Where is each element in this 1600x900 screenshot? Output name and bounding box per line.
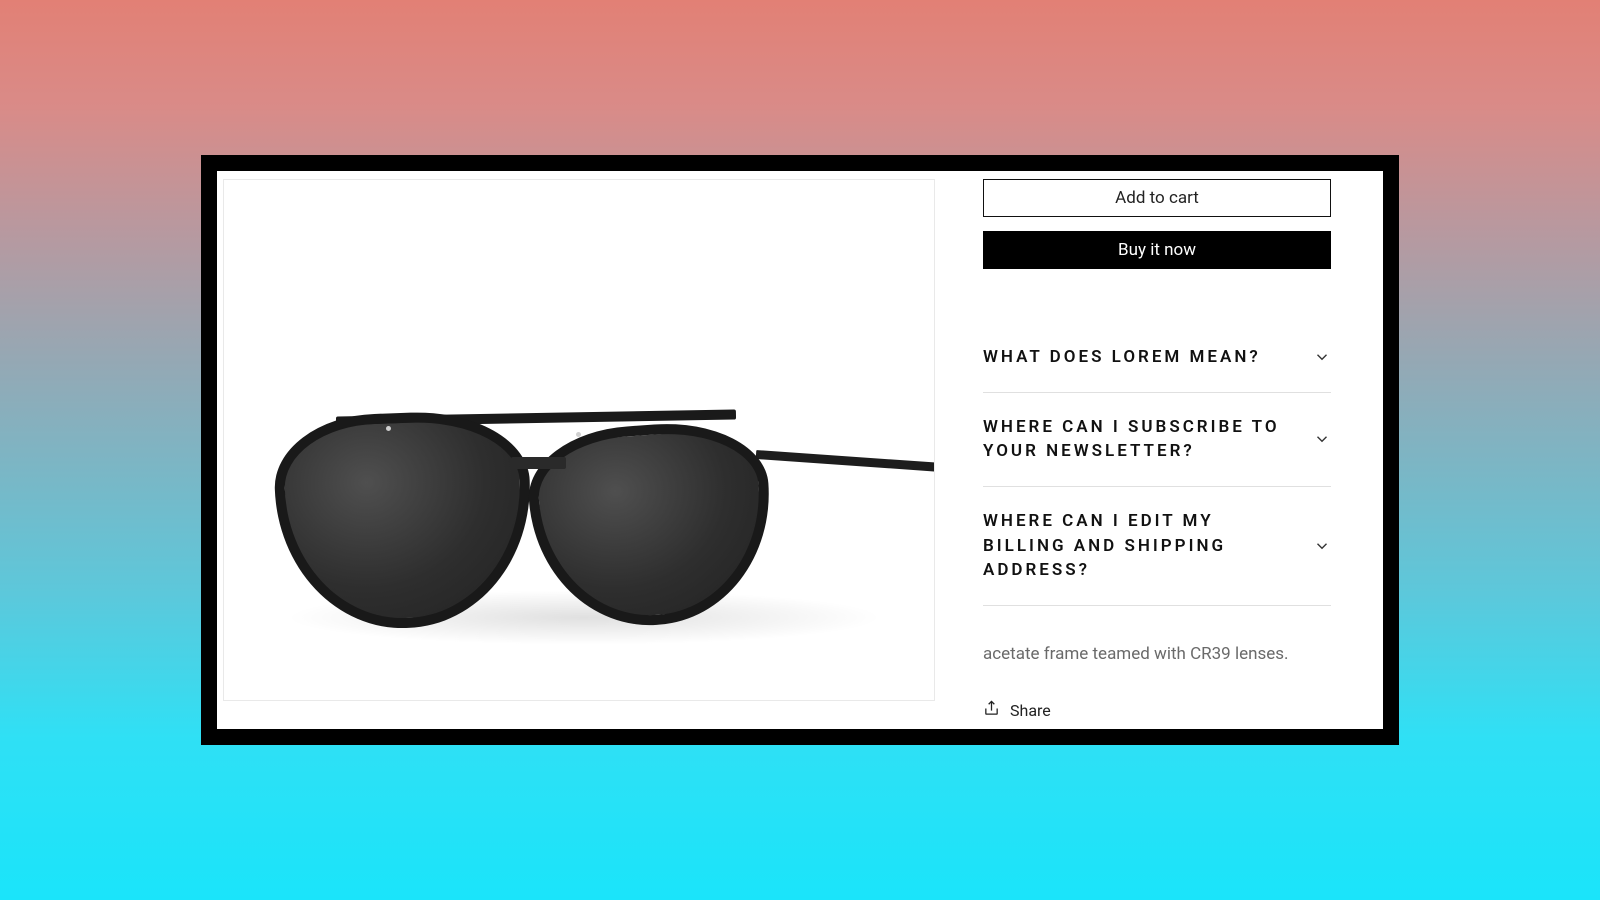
chevron-down-icon: [1313, 537, 1331, 555]
product-description: acetate frame teamed with CR39 lenses.: [983, 644, 1331, 664]
accordion-item[interactable]: WHERE CAN I SUBSCRIBE TO YOUR NEWSLETTER…: [983, 393, 1331, 487]
accordion-title: WHAT DOES LOREM MEAN?: [983, 345, 1261, 370]
page-background: R. Add to cart Buy it now WHAT DOES LORE…: [0, 0, 1600, 900]
glasses-rivet: [576, 432, 581, 437]
share-button[interactable]: Share: [983, 700, 1331, 721]
sunglasses-illustration: R.: [266, 395, 876, 645]
product-image[interactable]: R.: [223, 179, 935, 701]
chevron-down-icon: [1313, 348, 1331, 366]
glasses-bridge: [511, 457, 566, 469]
share-icon: [983, 700, 1000, 721]
glasses-left-lens: [272, 409, 534, 633]
glasses-arm: [756, 450, 935, 476]
accordion-title: WHERE CAN I EDIT MY BILLING AND SHIPPING…: [983, 509, 1293, 583]
glasses-rivet: [386, 426, 391, 431]
product-gallery: R.: [217, 179, 943, 721]
buy-now-button[interactable]: Buy it now: [983, 231, 1331, 269]
product-page: R. Add to cart Buy it now WHAT DOES LORE…: [217, 171, 1383, 729]
add-to-cart-button[interactable]: Add to cart: [983, 179, 1331, 217]
accordion-title: WHERE CAN I SUBSCRIBE TO YOUR NEWSLETTER…: [983, 415, 1293, 464]
chevron-down-icon: [1313, 430, 1331, 448]
accordion-item[interactable]: WHAT DOES LOREM MEAN?: [983, 323, 1331, 393]
product-info: Add to cart Buy it now WHAT DOES LOREM M…: [943, 179, 1371, 721]
glasses-right-lens: R.: [524, 417, 777, 633]
faq-accordion: WHAT DOES LOREM MEAN? WHERE CAN I SUBSCR…: [983, 323, 1331, 606]
share-label: Share: [1010, 701, 1051, 720]
app-frame: R. Add to cart Buy it now WHAT DOES LORE…: [201, 155, 1399, 745]
accordion-item[interactable]: WHERE CAN I EDIT MY BILLING AND SHIPPING…: [983, 487, 1331, 606]
